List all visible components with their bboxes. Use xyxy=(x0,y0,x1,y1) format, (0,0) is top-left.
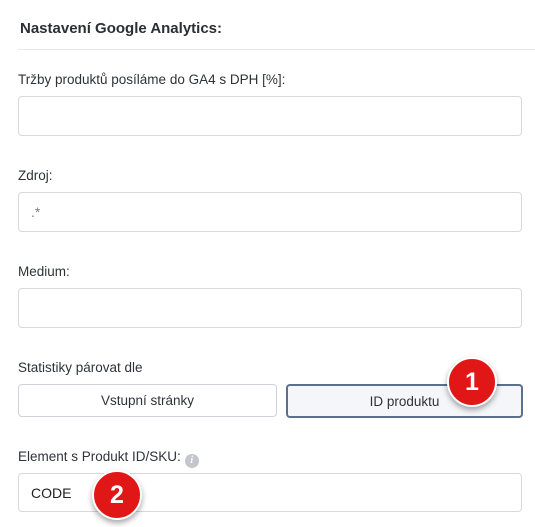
source-label: Zdroj: xyxy=(18,168,53,183)
pairing-label: Statistiky párovat dle xyxy=(18,360,143,375)
landing-pages-button[interactable]: Vstupní stránky xyxy=(18,384,277,417)
source-input[interactable] xyxy=(18,192,522,232)
element-label: Element s Produkt ID/SKU: i xyxy=(18,449,199,468)
ga-settings-panel: Nastavení Google Analytics: Tržby produk… xyxy=(0,0,535,527)
medium-input[interactable] xyxy=(18,288,522,328)
marker-1: 1 xyxy=(447,357,497,407)
info-icon[interactable]: i xyxy=(184,453,199,468)
marker-2: 2 xyxy=(92,470,142,520)
revenue-label: Tržby produktů posíláme do GA4 s DPH [%]… xyxy=(18,72,286,87)
section-title: Nastavení Google Analytics: xyxy=(20,20,223,37)
element-label-text: Element s Produkt ID/SKU: xyxy=(18,449,181,464)
revenue-input[interactable] xyxy=(18,96,522,136)
medium-label: Medium: xyxy=(18,264,70,279)
